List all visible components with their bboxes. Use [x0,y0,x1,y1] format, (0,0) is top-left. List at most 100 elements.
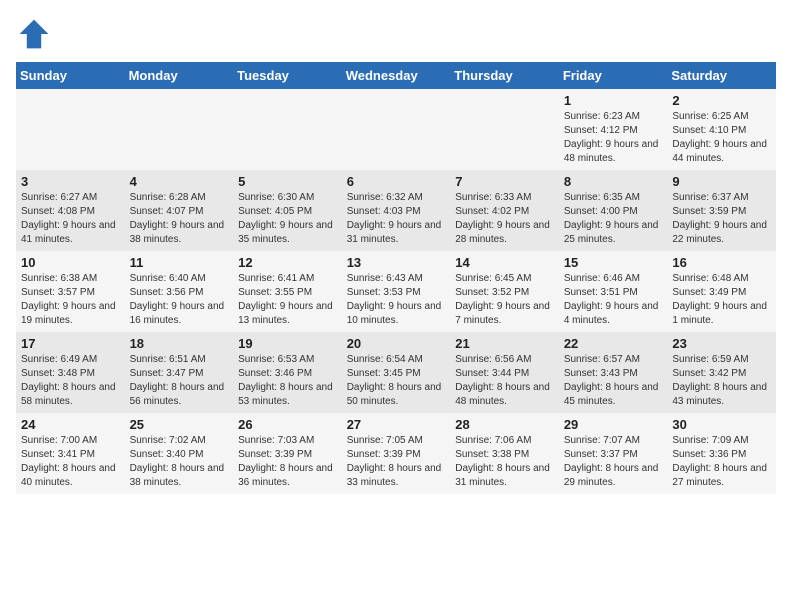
day-info: Sunrise: 7:06 AM Sunset: 3:38 PM Dayligh… [455,434,554,490]
day-number: 28 [455,417,554,432]
calendar-cell: 8Sunrise: 6:35 AM Sunset: 4:00 PM Daylig… [559,170,668,251]
day-info: Sunrise: 6:54 AM Sunset: 3:45 PM Dayligh… [347,353,446,409]
day-info: Sunrise: 6:25 AM Sunset: 4:10 PM Dayligh… [672,110,771,166]
day-info: Sunrise: 6:30 AM Sunset: 4:05 PM Dayligh… [238,191,337,247]
calendar-cell: 5 Sunrise: 6:30 AM Sunset: 4:05 PM Daylig… [233,170,342,251]
day-info: Sunrise: 6:27 AM Sunset: 4:08 PM Dayligh… [21,191,120,247]
calendar-cell: 21Sunrise: 6:56 AM Sunset: 3:44 PM Dayli… [450,332,559,413]
calendar-header: SundayMondayTuesdayWednesdayThursdayFrid… [16,62,776,89]
calendar-cell [16,89,125,170]
day-info: Sunrise: 6:35 AM Sunset: 4:00 PM Dayligh… [564,191,663,247]
logo-icon [16,16,52,52]
calendar-table: SundayMondayTuesdayWednesdayThursdayFrid… [16,62,776,494]
day-info: Sunrise: 6:32 AM Sunset: 4:03 PM Dayligh… [347,191,446,247]
day-number: 27 [347,417,446,432]
header-row: SundayMondayTuesdayWednesdayThursdayFrid… [16,62,776,89]
header-sunday: Sunday [16,62,125,89]
day-number: 11 [130,255,229,270]
day-number: 15 [564,255,663,270]
calendar-body: 1 Sunrise: 6:23 AM Sunset: 4:12 PM Daylig… [16,89,776,494]
day-info: Sunrise: 6:38 AM Sunset: 3:57 PM Dayligh… [21,272,120,328]
calendar-cell: 26Sunrise: 7:03 AM Sunset: 3:39 PM Dayli… [233,413,342,494]
calendar-cell: 29 Sunrise: 7:07 AM Sunset: 3:37 PM Dayli… [559,413,668,494]
day-number: 16 [672,255,771,270]
day-number: 29 [564,417,663,432]
calendar-cell: 7Sunrise: 6:33 AM Sunset: 4:02 PM Daylig… [450,170,559,251]
day-number: 5 [238,174,337,189]
day-number: 23 [672,336,771,351]
day-number: 19 [238,336,337,351]
day-info: Sunrise: 6:43 AM Sunset: 3:53 PM Dayligh… [347,272,446,328]
calendar-cell: 22 Sunrise: 6:57 AM Sunset: 3:43 PM Dayli… [559,332,668,413]
calendar-cell: 18 Sunrise: 6:51 AM Sunset: 3:47 PM Dayli… [125,332,234,413]
day-info: Sunrise: 6:45 AM Sunset: 3:52 PM Dayligh… [455,272,554,328]
calendar-cell: 17Sunrise: 6:49 AM Sunset: 3:48 PM Dayli… [16,332,125,413]
calendar-cell: 16 Sunrise: 6:48 AM Sunset: 3:49 PM Dayli… [667,251,776,332]
logo [16,16,56,52]
calendar-cell: 1 Sunrise: 6:23 AM Sunset: 4:12 PM Daylig… [559,89,668,170]
header-saturday: Saturday [667,62,776,89]
day-number: 22 [564,336,663,351]
day-number: 10 [21,255,120,270]
day-info: Sunrise: 7:02 AM Sunset: 3:40 PM Dayligh… [130,434,229,490]
day-info: Sunrise: 6:51 AM Sunset: 3:47 PM Dayligh… [130,353,229,409]
calendar-cell: 11 Sunrise: 6:40 AM Sunset: 3:56 PM Dayli… [125,251,234,332]
day-number: 25 [130,417,229,432]
calendar-cell: 12 Sunrise: 6:41 AM Sunset: 3:55 PM Dayli… [233,251,342,332]
day-number: 26 [238,417,337,432]
day-number: 3 [21,174,120,189]
day-number: 2 [672,93,771,108]
week-row-2: 3 Sunrise: 6:27 AM Sunset: 4:08 PM Daylig… [16,170,776,251]
week-row-3: 10 Sunrise: 6:38 AM Sunset: 3:57 PM Dayli… [16,251,776,332]
day-number: 6 [347,174,446,189]
day-number: 21 [455,336,554,351]
day-number: 1 [564,93,663,108]
day-number: 18 [130,336,229,351]
day-info: Sunrise: 6:59 AM Sunset: 3:42 PM Dayligh… [672,353,771,409]
day-info: Sunrise: 6:57 AM Sunset: 3:43 PM Dayligh… [564,353,663,409]
day-number: 4 [130,174,229,189]
calendar-cell: 9 Sunrise: 6:37 AM Sunset: 3:59 PM Daylig… [667,170,776,251]
day-info: Sunrise: 7:00 AM Sunset: 3:41 PM Dayligh… [21,434,120,490]
calendar-cell: 6 Sunrise: 6:32 AM Sunset: 4:03 PM Daylig… [342,170,451,251]
calendar-cell: 23 Sunrise: 6:59 AM Sunset: 3:42 PM Dayli… [667,332,776,413]
calendar-cell [125,89,234,170]
calendar-cell [450,89,559,170]
week-row-4: 17Sunrise: 6:49 AM Sunset: 3:48 PM Dayli… [16,332,776,413]
day-info: Sunrise: 7:07 AM Sunset: 3:37 PM Dayligh… [564,434,663,490]
day-number: 17 [21,336,120,351]
day-info: Sunrise: 6:48 AM Sunset: 3:49 PM Dayligh… [672,272,771,328]
calendar-cell: 24Sunrise: 7:00 AM Sunset: 3:41 PM Dayli… [16,413,125,494]
day-info: Sunrise: 7:05 AM Sunset: 3:39 PM Dayligh… [347,434,446,490]
day-number: 20 [347,336,446,351]
week-row-1: 1 Sunrise: 6:23 AM Sunset: 4:12 PM Daylig… [16,89,776,170]
header-tuesday: Tuesday [233,62,342,89]
day-info: Sunrise: 6:23 AM Sunset: 4:12 PM Dayligh… [564,110,663,166]
day-number: 12 [238,255,337,270]
calendar-cell: 20 Sunrise: 6:54 AM Sunset: 3:45 PM Dayli… [342,332,451,413]
day-info: Sunrise: 6:33 AM Sunset: 4:02 PM Dayligh… [455,191,554,247]
week-row-5: 24Sunrise: 7:00 AM Sunset: 3:41 PM Dayli… [16,413,776,494]
calendar-cell: 15 Sunrise: 6:46 AM Sunset: 3:51 PM Dayli… [559,251,668,332]
header-wednesday: Wednesday [342,62,451,89]
day-number: 9 [672,174,771,189]
day-info: Sunrise: 6:41 AM Sunset: 3:55 PM Dayligh… [238,272,337,328]
day-info: Sunrise: 6:40 AM Sunset: 3:56 PM Dayligh… [130,272,229,328]
day-info: Sunrise: 7:09 AM Sunset: 3:36 PM Dayligh… [672,434,771,490]
day-number: 30 [672,417,771,432]
calendar-cell: 14Sunrise: 6:45 AM Sunset: 3:52 PM Dayli… [450,251,559,332]
calendar-cell: 30 Sunrise: 7:09 AM Sunset: 3:36 PM Dayli… [667,413,776,494]
day-info: Sunrise: 6:28 AM Sunset: 4:07 PM Dayligh… [130,191,229,247]
day-info: Sunrise: 6:46 AM Sunset: 3:51 PM Dayligh… [564,272,663,328]
day-info: Sunrise: 6:37 AM Sunset: 3:59 PM Dayligh… [672,191,771,247]
calendar-cell: 10 Sunrise: 6:38 AM Sunset: 3:57 PM Dayli… [16,251,125,332]
header-friday: Friday [559,62,668,89]
day-number: 13 [347,255,446,270]
calendar-cell [342,89,451,170]
day-info: Sunrise: 6:53 AM Sunset: 3:46 PM Dayligh… [238,353,337,409]
calendar-cell: 4 Sunrise: 6:28 AM Sunset: 4:07 PM Daylig… [125,170,234,251]
calendar-cell: 2 Sunrise: 6:25 AM Sunset: 4:10 PM Daylig… [667,89,776,170]
calendar-cell: 28 Sunrise: 7:06 AM Sunset: 3:38 PM Dayli… [450,413,559,494]
header-thursday: Thursday [450,62,559,89]
calendar-cell: 19 Sunrise: 6:53 AM Sunset: 3:46 PM Dayli… [233,332,342,413]
